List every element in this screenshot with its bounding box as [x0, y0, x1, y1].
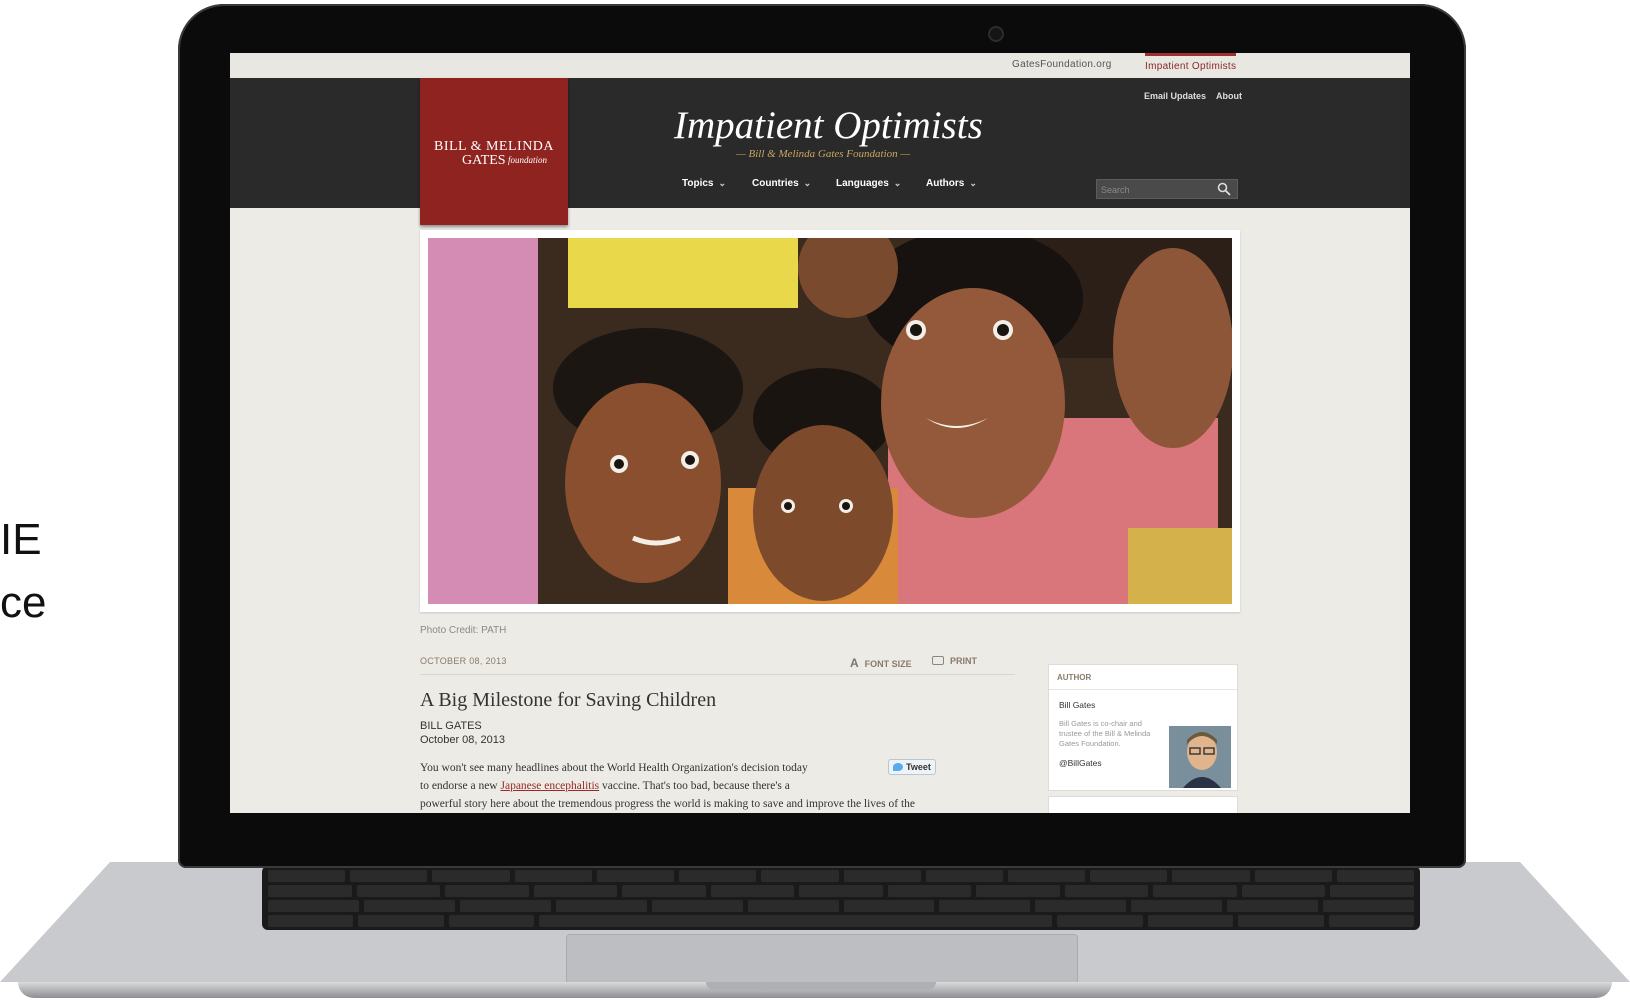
nav-topics[interactable]: Topics ⌄: [682, 178, 726, 189]
laptop-screen: GatesFoundation.org Impatient Optimists …: [230, 53, 1410, 813]
chevron-down-icon: ⌄: [893, 178, 902, 188]
body-line-2: to endorse a new Japanese encephalitis v…: [420, 777, 980, 795]
nav-countries-label: Countries: [752, 178, 799, 189]
logo-line-2: GATES: [462, 153, 506, 168]
japanese-encephalitis-link[interactable]: Japanese encephalitis: [500, 780, 599, 792]
font-size-label: FONT SIZE: [864, 659, 912, 669]
site-subtitle: — Bill & Melinda Gates Foundation —: [736, 148, 911, 160]
author-photo: [1169, 726, 1231, 788]
photo-credit: Photo Credit: PATH: [420, 625, 507, 636]
article-dateline: OCTOBER 08, 2013: [420, 656, 507, 666]
side-text-ie: IE: [0, 515, 42, 564]
author-box-divider: [1049, 689, 1237, 690]
nav-topics-label: Topics: [682, 178, 714, 189]
search-input[interactable]: [1097, 180, 1221, 200]
body-line-3: powerful story here about the tremendous…: [420, 798, 916, 810]
chevron-down-icon: ⌄: [803, 178, 812, 188]
laptop-keyboard: [262, 866, 1420, 930]
hero-photo-frame: [420, 230, 1240, 612]
article-date: October 08, 2013: [420, 734, 506, 746]
author-avatar[interactable]: [1169, 726, 1231, 788]
laptop-trackpad: [566, 934, 1078, 984]
chevron-down-icon: ⌄: [718, 178, 727, 188]
author-box-heading: AUTHOR: [1057, 673, 1092, 682]
print-label: PRINT: [950, 656, 977, 666]
body-line-2-start: to endorse a new: [420, 780, 501, 792]
about-link[interactable]: About: [1216, 91, 1242, 101]
impatient-optimists-link[interactable]: Impatient Optimists: [1145, 53, 1237, 72]
top-utility-strip: GatesFoundation.org Impatient Optimists: [230, 53, 1410, 78]
children-photo-illustration: [428, 238, 1232, 604]
font-size-icon: A: [850, 656, 859, 670]
tweet-label: Tweet: [906, 762, 931, 772]
nav-authors-label: Authors: [926, 178, 965, 189]
nav-languages-label: Languages: [836, 178, 889, 189]
nav-countries[interactable]: Countries ⌄: [752, 178, 811, 189]
laptop-notch: [706, 982, 936, 990]
chevron-down-icon: ⌄: [969, 178, 977, 188]
author-twitter-handle[interactable]: @BillGates: [1059, 758, 1102, 768]
logo-line-3: foundation: [508, 155, 548, 165]
site-header: BILL & MELINDA GATES foundation Impatien…: [230, 78, 1410, 225]
nav-authors[interactable]: Authors ⌄: [926, 178, 977, 189]
article-divider: [420, 674, 1015, 675]
article-author[interactable]: BILL GATES: [420, 720, 482, 732]
nav-languages[interactable]: Languages ⌄: [836, 178, 901, 189]
hero-photo: [428, 238, 1232, 604]
foundation-logo[interactable]: BILL & MELINDA GATES foundation: [420, 78, 568, 225]
author-box: AUTHOR Bill Gates Bill Gates is co-chair…: [1048, 664, 1238, 791]
gatesfoundation-link[interactable]: GatesFoundation.org: [1012, 59, 1112, 70]
body-line-2-end: vaccine. That's too bad, because there's…: [599, 780, 790, 792]
printer-icon: [932, 656, 944, 665]
tweet-button[interactable]: Tweet: [888, 759, 936, 775]
print-tool[interactable]: PRINT: [932, 656, 977, 666]
site-title[interactable]: Impatient Optimists: [674, 103, 983, 148]
side-text-ce: ce: [0, 578, 47, 627]
search-box: [1096, 179, 1238, 200]
twitter-bird-icon: [893, 763, 903, 771]
webcam-icon: [988, 26, 1004, 42]
font-size-tool[interactable]: A FONT SIZE: [850, 656, 912, 670]
article-headline: A Big Milestone for Saving Children: [420, 689, 717, 711]
author-name-link[interactable]: Bill Gates: [1059, 700, 1095, 710]
sidebar-next-box: [1048, 796, 1238, 813]
search-icon[interactable]: [1217, 182, 1231, 196]
email-updates-link[interactable]: Email Updates: [1144, 91, 1206, 101]
author-bio: Bill Gates is co-chair and trustee of th…: [1059, 719, 1151, 748]
